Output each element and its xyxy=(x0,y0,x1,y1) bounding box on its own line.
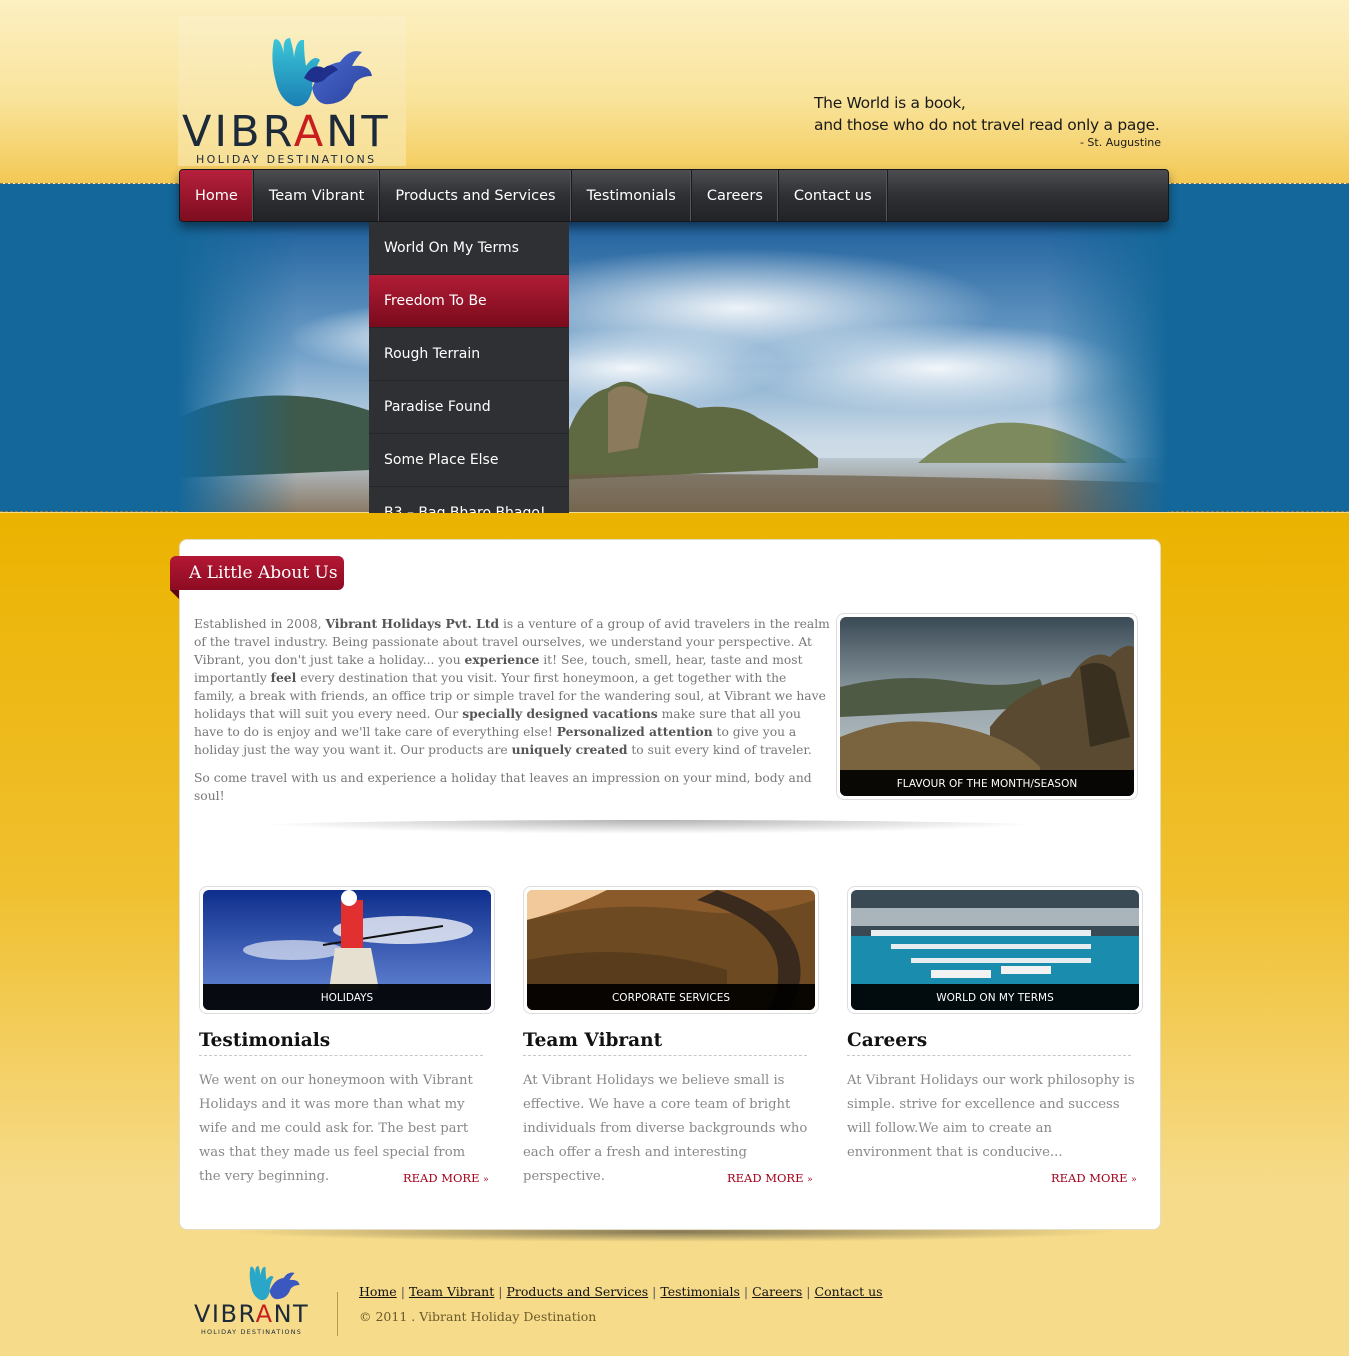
nav-home[interactable]: Home xyxy=(180,170,254,221)
menu-item-paradise-found[interactable]: Paradise Found xyxy=(369,381,569,434)
footer-link-separator: | xyxy=(743,1284,749,1299)
about-heading: A Little About Us xyxy=(170,556,344,590)
menu-item-freedom-to-be[interactable]: Freedom To Be xyxy=(369,275,569,328)
nav-products-and-services[interactable]: Products and Services xyxy=(380,170,572,221)
read-more-link[interactable]: READ MORE » xyxy=(403,1171,489,1185)
flavour-of-month-card[interactable]: FLAVOUR OF THE MONTH/SEASON xyxy=(836,613,1138,800)
footer-logo-wordmark: VIBRANT xyxy=(194,1300,310,1328)
footer-link-separator: | xyxy=(806,1284,811,1299)
double-chevron-right-icon: » xyxy=(1131,1175,1137,1185)
footer-link-separator: | xyxy=(498,1284,503,1299)
card-thumbnail[interactable]: HOLIDAYS xyxy=(199,886,495,1014)
footer-link-testimonials[interactable]: Testimonials xyxy=(660,1284,740,1299)
card-heading: Testimonials xyxy=(199,1030,483,1056)
section-divider xyxy=(235,820,1065,834)
footer-link-products-and-services[interactable]: Products and Services xyxy=(506,1284,648,1299)
flavour-caption: FLAVOUR OF THE MONTH/SEASON xyxy=(840,770,1134,796)
read-more-link[interactable]: READ MORE » xyxy=(1051,1171,1137,1185)
nav-careers[interactable]: Careers xyxy=(692,170,779,221)
footer-link-separator: | xyxy=(652,1284,657,1299)
card-testimonials: HOLIDAYS Testimonials We went on our hon… xyxy=(199,886,495,1189)
footer-link-home[interactable]: Home xyxy=(359,1284,397,1299)
main-nav: Home Team Vibrant Products and Services … xyxy=(179,169,1169,222)
footer-link-contact-us[interactable]: Contact us xyxy=(815,1284,883,1299)
menu-item-rough-terrain[interactable]: Rough Terrain xyxy=(369,328,569,381)
quote-line-1: The World is a book, xyxy=(814,94,966,112)
nav-team-vibrant[interactable]: Team Vibrant xyxy=(254,170,381,221)
header-quote: The World is a book, and those who do no… xyxy=(814,92,1164,149)
read-more-link[interactable]: READ MORE » xyxy=(727,1171,813,1185)
flavour-image: FLAVOUR OF THE MONTH/SEASON xyxy=(840,617,1134,796)
hand-bird-logo-icon xyxy=(272,38,372,107)
footer-divider xyxy=(337,1292,338,1336)
card-caption: CORPORATE SERVICES xyxy=(527,984,815,1010)
footer-link-separator: | xyxy=(400,1284,405,1299)
nav-contact-us[interactable]: Contact us xyxy=(779,170,888,221)
card-thumbnail[interactable]: WORLD ON MY TERMS xyxy=(847,886,1143,1014)
products-dropdown-menu: World On My Terms Freedom To Be Rough Te… xyxy=(369,222,569,540)
quote-line-2: and those who do not travel read only a … xyxy=(814,116,1160,134)
about-paragraph-1: Established in 2008, Vibrant Holidays Pv… xyxy=(194,616,830,757)
site-logo[interactable]: VIBRANT HOLIDAY DESTINATIONS xyxy=(178,16,406,166)
card-text: At Vibrant Holidays our work philosophy … xyxy=(847,1073,1135,1160)
hero-image xyxy=(178,218,1168,512)
card-careers: WORLD ON MY TERMS Careers At Vibrant Hol… xyxy=(847,886,1143,1185)
hand-bird-logo-icon xyxy=(249,1266,300,1301)
card-team-vibrant: CORPORATE SERVICES Team Vibrant At Vibra… xyxy=(523,886,819,1189)
footer-nav: Home | Team Vibrant | Products and Services |… xyxy=(359,1284,883,1299)
footer-link-team-vibrant[interactable]: Team Vibrant xyxy=(409,1284,494,1299)
footer-link-careers[interactable]: Careers xyxy=(752,1284,802,1299)
card-thumbnail[interactable]: CORPORATE SERVICES xyxy=(523,886,819,1014)
double-chevron-right-icon: » xyxy=(807,1175,813,1185)
quote-author: - St. Augustine xyxy=(1079,136,1161,149)
about-text: Established in 2008, Vibrant Holidays Pv… xyxy=(194,615,830,805)
logo-wordmark: VIBRANT xyxy=(182,107,391,157)
card-caption: HOLIDAYS xyxy=(203,984,491,1010)
card-heading: Team Vibrant xyxy=(523,1030,807,1056)
menu-item-some-place-else[interactable]: Some Place Else xyxy=(369,434,569,487)
nav-testimonials[interactable]: Testimonials xyxy=(572,170,692,221)
double-chevron-right-icon: » xyxy=(483,1175,489,1185)
card-heading: Careers xyxy=(847,1030,1131,1056)
logo-tagline: HOLIDAY DESTINATIONS xyxy=(196,153,377,166)
copyright: © 2011 . Vibrant Holiday Destination xyxy=(359,1309,597,1324)
card-caption: WORLD ON MY TERMS xyxy=(851,984,1139,1010)
menu-item-world-on-my-terms[interactable]: World On My Terms xyxy=(369,222,569,275)
footer-logo[interactable]: VIBRANT HOLIDAY DESTINATIONS xyxy=(190,1264,322,1340)
about-paragraph-2: So come travel with us and experience a … xyxy=(194,771,812,803)
footer-logo-tagline: HOLIDAY DESTINATIONS xyxy=(201,1328,303,1336)
